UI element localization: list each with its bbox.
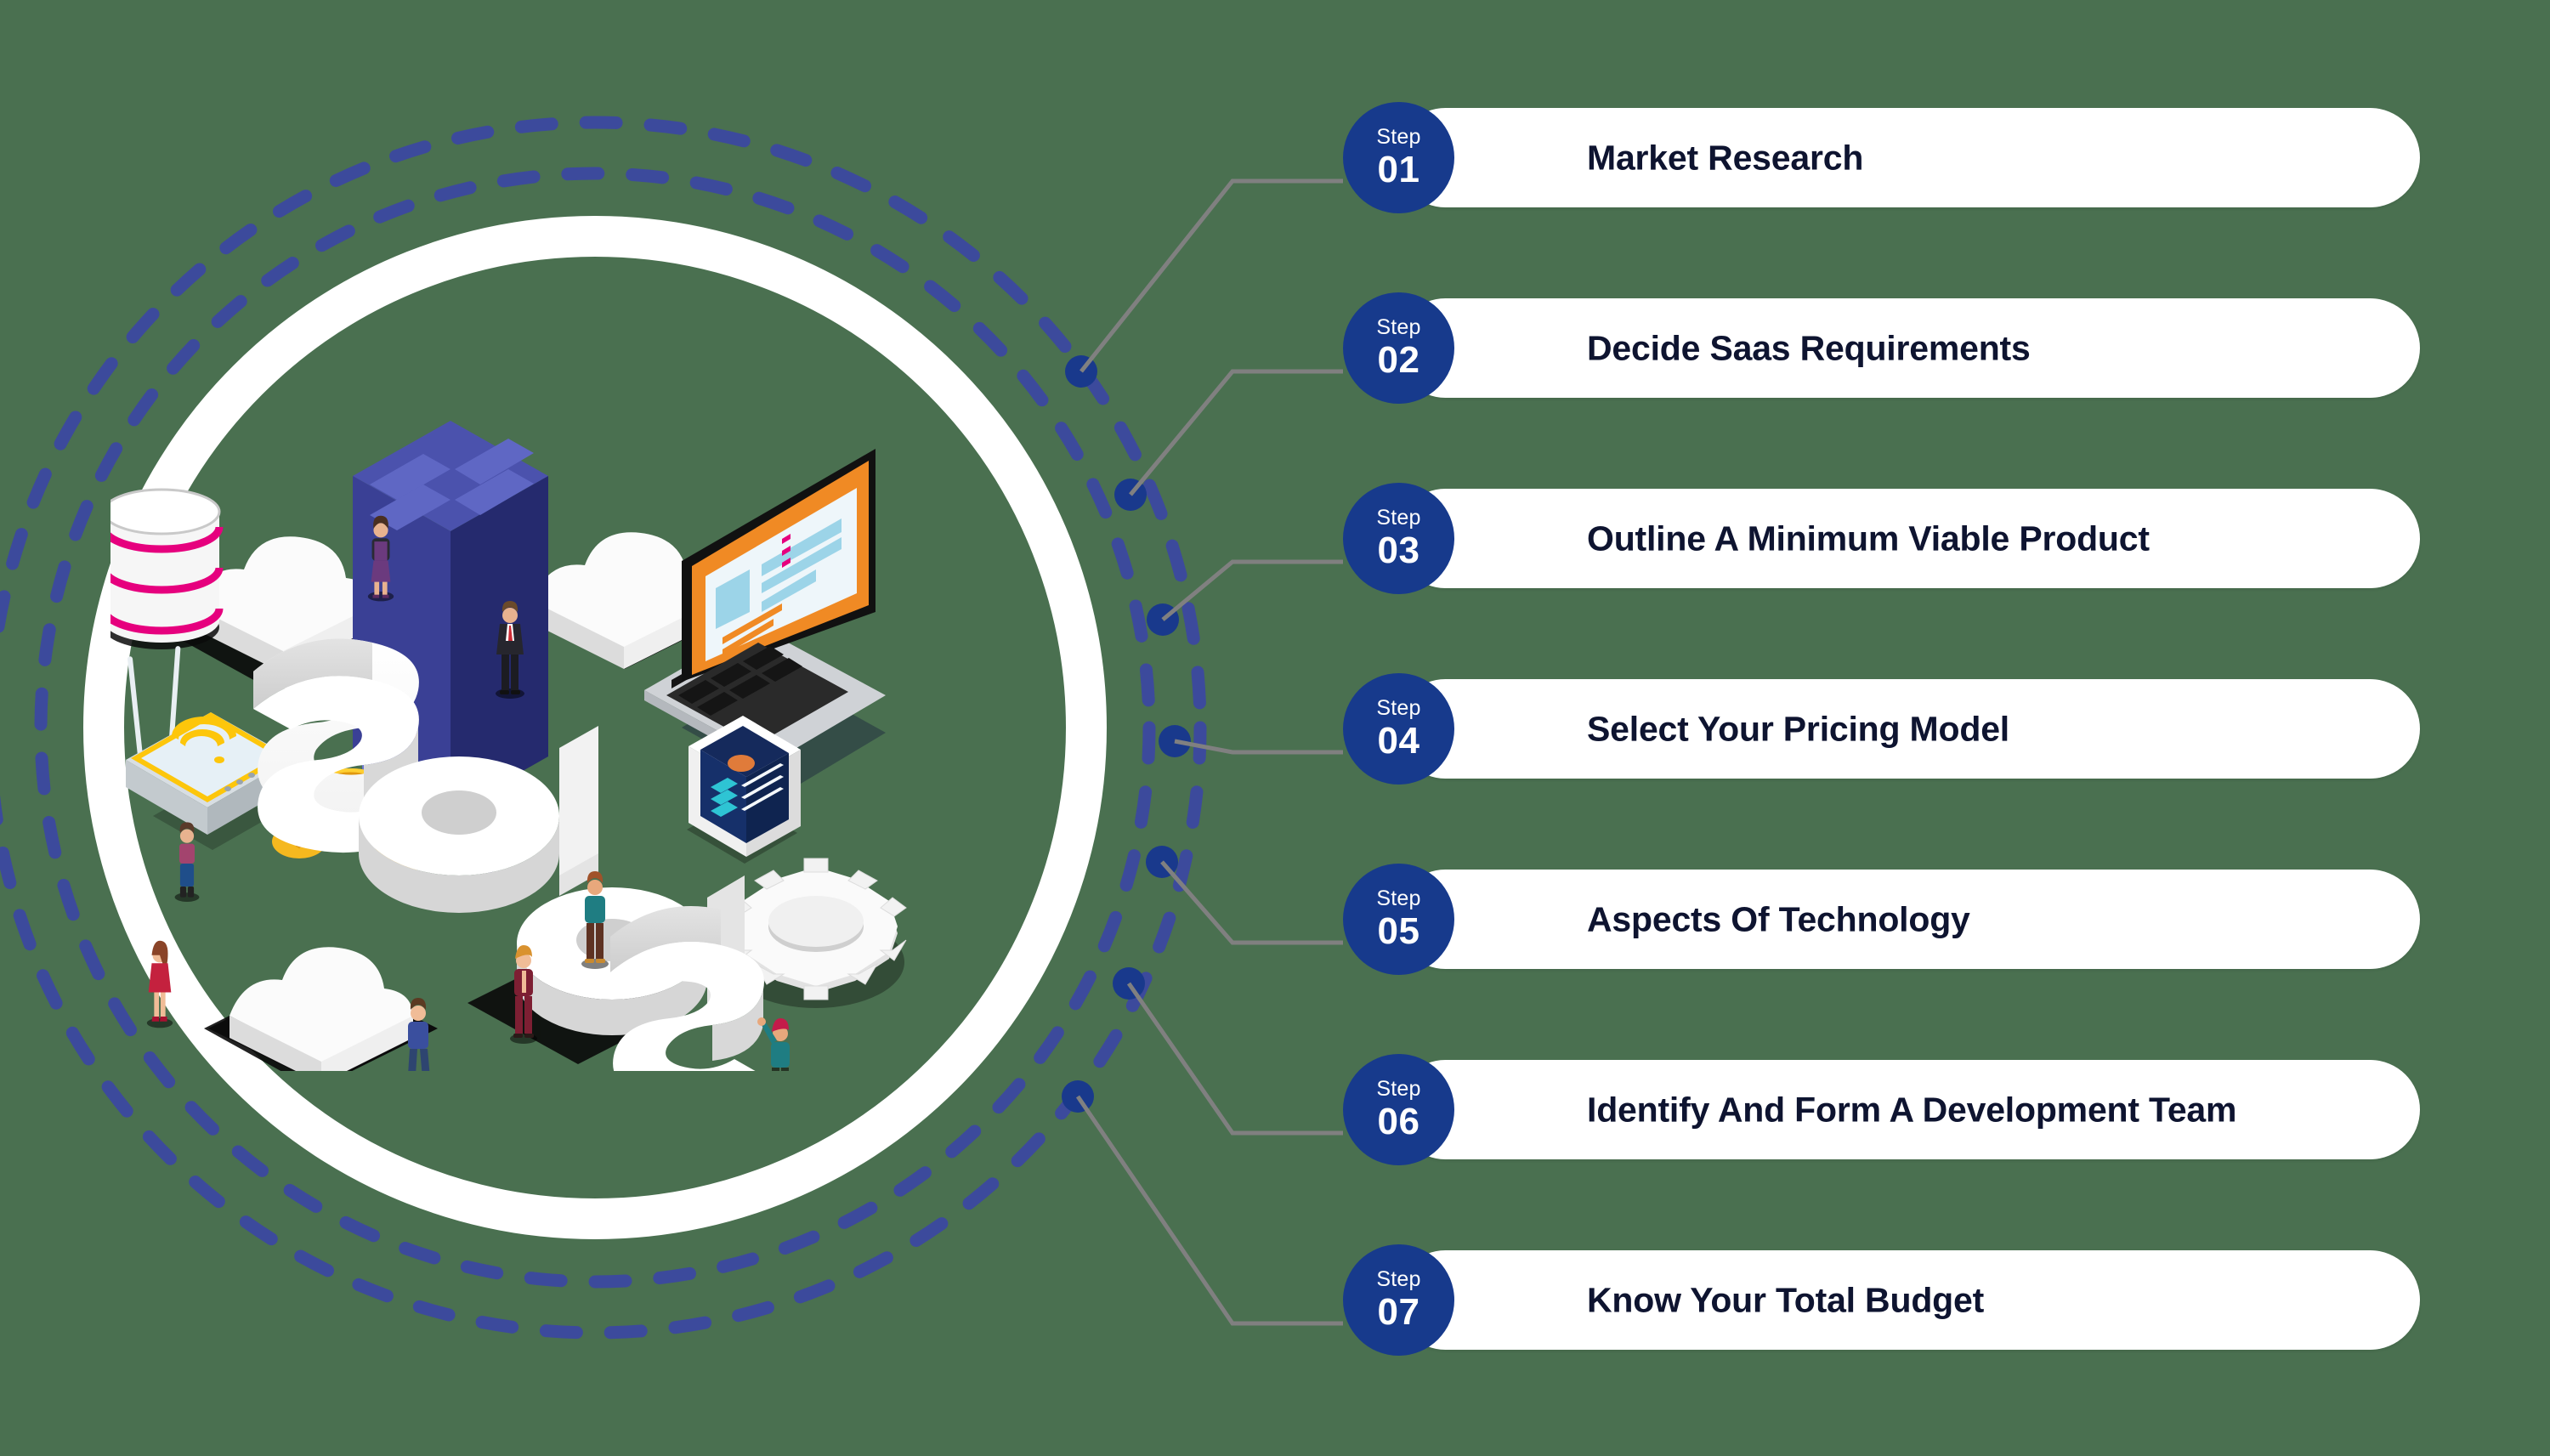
step-pill-6[interactable]: Identify And Form A Development Team [1396,1060,2420,1159]
step-badge-word-3: Step [1376,506,1421,530]
step-label-1: Market Research [1587,138,1864,177]
steps-list: Market Research Step 01 Decide Saas Requ… [1343,93,2448,1426]
step-pill-3[interactable]: Outline A Minimum Viable Product [1396,489,2420,588]
step-row-2[interactable]: Decide Saas Requirements Step 02 [1343,284,2448,411]
step-row-4[interactable]: Select Your Pricing Model Step 04 [1343,665,2448,792]
person-figure [757,1017,790,1071]
step-badge-word-4: Step [1376,696,1421,720]
connector-line-3 [1161,559,1343,621]
step-badge-word-6: Step [1376,1077,1421,1101]
step-badge-word-7: Step [1376,1267,1421,1291]
connector-line-5 [1160,860,1343,945]
step-label-5: Aspects Of Technology [1587,899,1970,938]
saas-isometric-illustration: $ $ $ $ $ [110,421,907,1071]
step-badge-5[interactable]: Step 05 [1343,864,1454,975]
step-badge-number-2: 02 [1377,339,1420,381]
step-row-5[interactable]: Aspects Of Technology Step 05 [1343,855,2448,983]
step-pill-7[interactable]: Know Your Total Budget [1396,1250,2420,1350]
step-pill-1[interactable]: Market Research [1396,108,2420,207]
step-label-7: Know Your Total Budget [1587,1280,1985,1319]
step-badge-word-2: Step [1376,315,1421,339]
step-row-3[interactable]: Outline A Minimum Viable Product Step 03 [1343,474,2448,602]
step-row-1[interactable]: Market Research Step 01 [1343,93,2448,221]
step-row-6[interactable]: Identify And Form A Development Team Ste… [1343,1045,2448,1173]
step-badge-number-3: 03 [1377,530,1420,571]
step-badge-number-6: 06 [1377,1101,1420,1142]
step-badge-1[interactable]: Step 01 [1343,102,1454,213]
connector-line-2 [1129,369,1343,496]
step-badge-number-4: 04 [1377,720,1420,762]
step-badge-number-7: 07 [1377,1291,1420,1333]
infographic-canvas: $ $ $ $ $ [0,0,2550,1456]
database-cylinder-icon [110,488,224,649]
step-badge-word-5: Step [1376,887,1421,910]
step-label-3: Outline A Minimum Viable Product [1587,518,2150,558]
connector-line-1 [1080,178,1343,373]
step-pill-4[interactable]: Select Your Pricing Model [1396,679,2420,779]
step-badge-word-1: Step [1376,125,1421,149]
step-label-4: Select Your Pricing Model [1587,709,2009,748]
step-row-7[interactable]: Know Your Total Budget Step 07 [1343,1236,2448,1363]
step-badge-4[interactable]: Step 04 [1343,673,1454,785]
connector-line-6 [1126,982,1343,1136]
step-badge-6[interactable]: Step 06 [1343,1054,1454,1165]
step-pill-2[interactable]: Decide Saas Requirements [1396,298,2420,398]
person-figure [146,940,173,1028]
connector-line-4 [1174,739,1343,755]
step-label-2: Decide Saas Requirements [1587,328,2031,367]
step-badge-number-1: 01 [1377,149,1420,190]
connector-line-7 [1075,1095,1343,1326]
step-badge-7[interactable]: Step 07 [1343,1244,1454,1356]
step-badge-3[interactable]: Step 03 [1343,483,1454,594]
cloud-icon-3 [208,947,438,1071]
step-label-6: Identify And Form A Development Team [1587,1090,2237,1129]
step-badge-2[interactable]: Step 02 [1343,292,1454,404]
step-badge-number-5: 05 [1377,910,1420,952]
step-pill-5[interactable]: Aspects Of Technology [1396,870,2420,969]
